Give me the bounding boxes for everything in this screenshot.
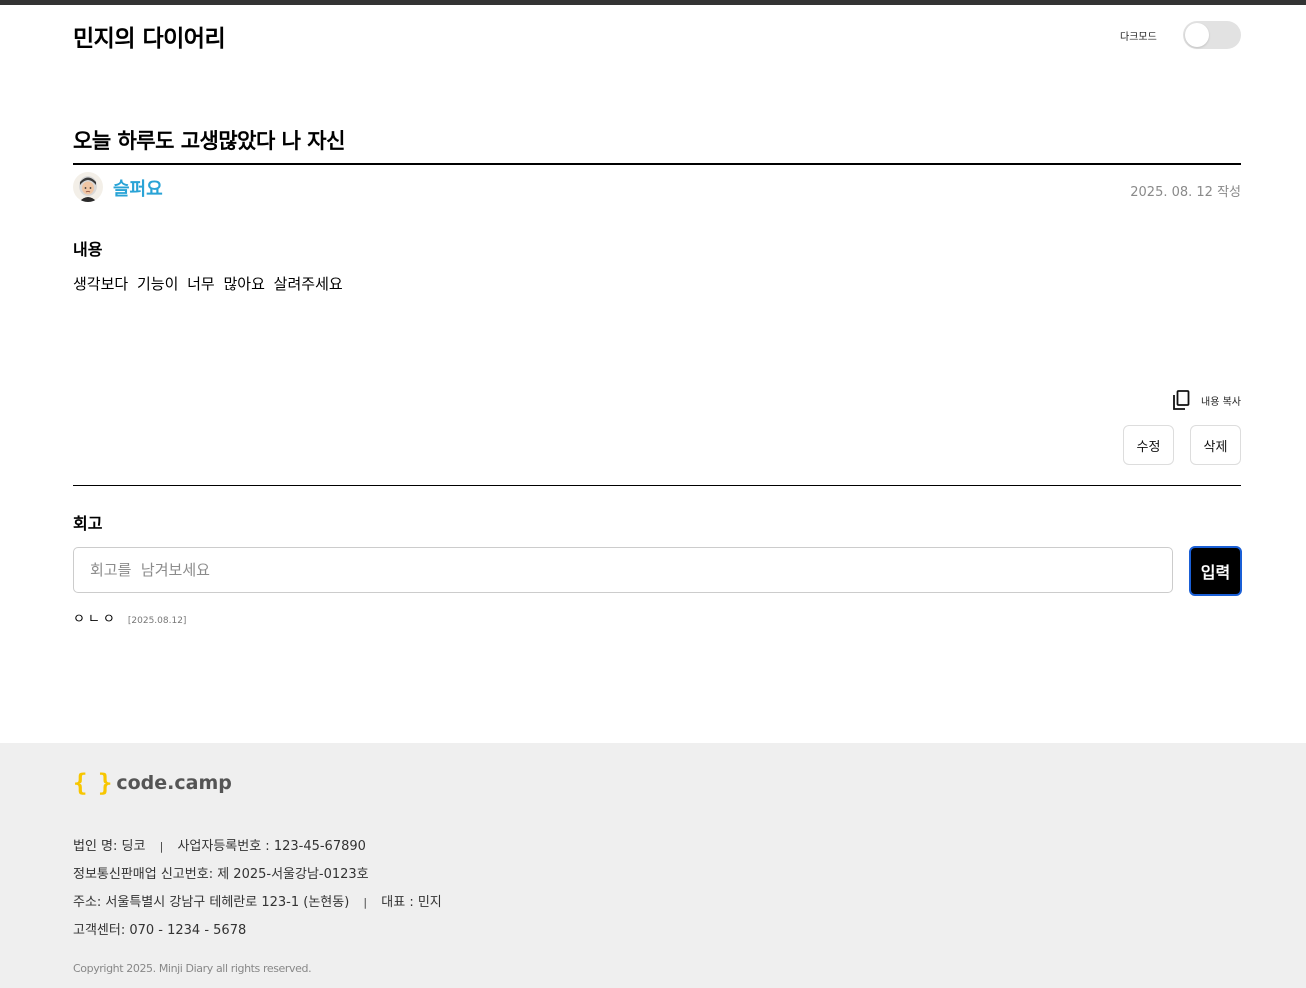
review-date: [2025.08.12]	[127, 616, 187, 626]
review-input[interactable]	[73, 547, 1173, 593]
company-info-line-3: 주소: 서울특별시 강남구 테헤란로 123-1 (논현동) | 대표 : 민지	[73, 891, 442, 910]
info-separator: |	[363, 896, 368, 909]
site-footer: { } code.camp 법인 명: 딩코 | 사업자등록번호 : 123-4…	[0, 743, 1306, 988]
dark-mode-toggle[interactable]	[1183, 21, 1241, 49]
site-header: 민지의 다이어리 다크모드	[73, 5, 1241, 65]
codecamp-logo: { } code.camp	[73, 769, 232, 797]
company-address: 주소: 서울특별시 강남구 테헤란로 123-1 (논현동)	[73, 895, 350, 910]
diary-title: 오늘 하루도 고생많았다 나 자신	[73, 129, 345, 153]
edit-button[interactable]: 수정	[1123, 425, 1174, 465]
copy-content-label: 내용 복사	[1201, 396, 1241, 408]
diary-content: 생각보다 기능이 너무 많아요 살려주세요	[73, 275, 343, 293]
toggle-knob	[1185, 23, 1209, 47]
mood-avatar-icon	[73, 172, 103, 202]
ecommerce-number: 정보통신판매업 신고번호: 제 2025-서울강남-0123호	[73, 867, 369, 882]
title-divider	[73, 163, 1241, 165]
review-list-item: ㅇㄴㅇ [2025.08.12]	[73, 608, 186, 627]
content-divider	[73, 485, 1241, 486]
customer-center: 고객센터: 070 - 1234 - 5678	[73, 923, 247, 938]
delete-button[interactable]: 삭제	[1190, 425, 1241, 465]
review-section-label: 회고	[73, 514, 103, 533]
company-ceo: 대표 : 민지	[381, 895, 442, 910]
copy-content-button[interactable]: 내용 복사	[1171, 389, 1241, 411]
dark-mode-label: 다크모드	[1120, 32, 1157, 43]
mood-label: 슬퍼요	[113, 179, 163, 200]
copy-icon	[1173, 390, 1190, 410]
review-submit-button[interactable]: 입력	[1189, 546, 1242, 596]
site-title[interactable]: 민지의 다이어리	[73, 19, 226, 53]
company-info-line-1: 법인 명: 딩코 | 사업자등록번호 : 123-45-67890	[73, 835, 366, 854]
logo-brace-icon: { }	[73, 769, 112, 797]
logo-text: code.camp	[116, 772, 232, 794]
review-text: ㅇㄴㅇ	[73, 612, 118, 627]
business-number: 사업자등록번호 : 123-45-67890	[177, 839, 366, 854]
company-name: 법인 명: 딩코	[73, 839, 146, 854]
info-separator: |	[159, 840, 164, 853]
copyright: Copyright 2025. Minji Diary all rights r…	[73, 962, 312, 975]
content-label: 내용	[73, 240, 103, 259]
diary-date: 2025. 08. 12 작성	[1130, 185, 1241, 200]
